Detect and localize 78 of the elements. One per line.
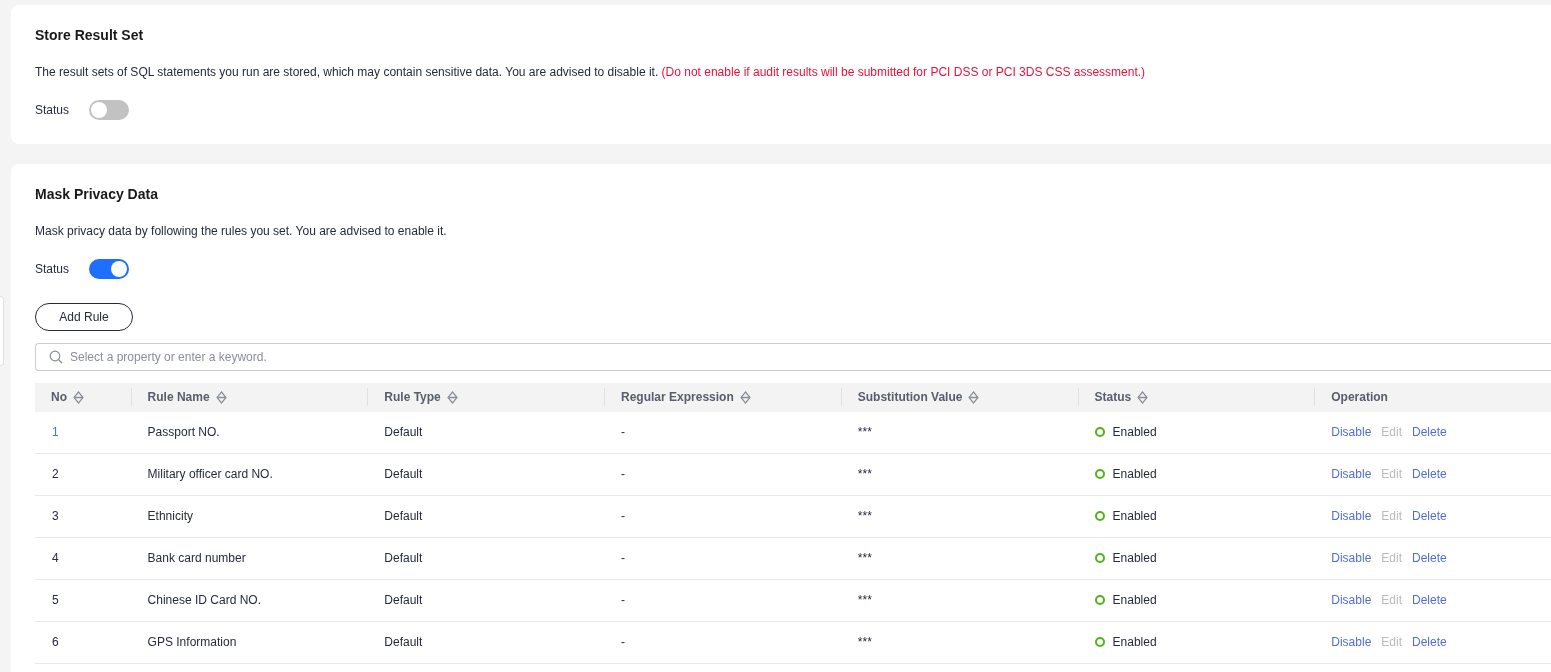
section-title: Mask Privacy Data <box>35 185 159 203</box>
status-text: Enabled <box>1112 466 1157 484</box>
operation-link[interactable]: Disable <box>1331 507 1372 526</box>
status-icon <box>1094 511 1105 522</box>
status-toggle[interactable] <box>89 99 130 120</box>
table-cell: Default <box>384 467 423 482</box>
operation-link[interactable]: Delete <box>1412 591 1447 610</box>
column-header: Operation <box>1331 389 1388 407</box>
operation-link[interactable]: Delete <box>1412 633 1447 652</box>
status-icon <box>1094 637 1105 648</box>
status-icon <box>1094 469 1105 480</box>
table-cell: *** <box>857 551 872 566</box>
operation-link[interactable]: Delete <box>1412 465 1447 484</box>
column-header: Rule Type <box>384 389 441 407</box>
table-cell: - <box>621 425 626 440</box>
search-icon <box>49 349 63 364</box>
sort-icon[interactable] <box>739 390 751 404</box>
operation-link[interactable]: Delete <box>1412 507 1447 526</box>
table-cell: *** <box>857 425 872 440</box>
table-cell: - <box>621 593 626 608</box>
status-text: Enabled <box>1112 634 1157 652</box>
table-cell: Military officer card NO. <box>147 467 273 482</box>
table-cell: Chinese ID Card NO. <box>147 593 261 608</box>
table-cell: 2 <box>52 467 59 482</box>
operation-link[interactable]: Delete <box>1412 549 1447 568</box>
status-text: Enabled <box>1112 592 1157 610</box>
table-cell: Default <box>384 551 423 566</box>
table-cell: - <box>621 509 626 524</box>
table-cell: *** <box>857 467 872 482</box>
sort-icon[interactable] <box>73 390 84 404</box>
status-label: Status <box>35 101 70 119</box>
table-cell: Default <box>384 593 423 608</box>
column-header: Rule Name <box>147 389 210 407</box>
section-description: The result sets of SQL statements you run are stored, which may contain sensitive data. You are advised to disable it. (Do not enable if audit results will be submitted for PCI DSS or PCI 3DS CSS assessment.) <box>35 63 1147 81</box>
table-cell: 5 <box>52 593 59 608</box>
status-label: Status <box>35 260 70 278</box>
section-title: Store Result Set <box>35 27 145 44</box>
table-cell: *** <box>857 593 872 608</box>
column-header: Status <box>1094 389 1132 407</box>
table-cell: Bank card number <box>147 551 246 566</box>
table-cell: Passport NO. <box>147 425 220 440</box>
table-cell: - <box>621 635 626 650</box>
operation-link[interactable]: Disable <box>1331 423 1372 442</box>
table-cell: *** <box>857 635 872 650</box>
table-cell: Default <box>384 509 423 524</box>
table-cell: 6 <box>52 635 59 650</box>
table-cell: - <box>621 467 626 482</box>
column-header: Substitution Value <box>857 389 963 407</box>
table-cell: 4 <box>52 551 59 566</box>
table-cell: Ethnicity <box>147 509 193 524</box>
table-cell: 3 <box>52 509 59 524</box>
status-text: Enabled <box>1112 508 1157 526</box>
table-cell: Default <box>384 635 423 650</box>
status-text: Enabled <box>1112 424 1157 442</box>
column-header: Regular Expression <box>621 389 734 407</box>
operation-link[interactable]: Disable <box>1331 591 1372 610</box>
status-icon <box>1094 595 1105 606</box>
sort-icon[interactable] <box>215 390 227 404</box>
operation-link[interactable]: Disable <box>1331 465 1372 484</box>
table-cell: - <box>621 551 626 566</box>
operation-link[interactable]: Delete <box>1412 423 1447 442</box>
section-description: Mask privacy data by following the rules you set. You are advised to enable it. <box>35 222 448 240</box>
sort-icon[interactable] <box>968 390 980 404</box>
status-icon <box>1094 427 1105 438</box>
operation-link[interactable]: Disable <box>1331 549 1372 568</box>
column-header: No <box>51 389 67 407</box>
table-cell[interactable]: 1 <box>52 425 59 440</box>
sort-icon[interactable] <box>1137 390 1149 404</box>
status-icon <box>1094 553 1105 564</box>
table-cell: Default <box>384 425 423 440</box>
sort-icon[interactable] <box>446 390 458 404</box>
status-toggle[interactable] <box>89 258 130 279</box>
status-text: Enabled <box>1112 550 1157 568</box>
table-cell: GPS Information <box>147 635 237 650</box>
add-rule-button[interactable]: Add Rule <box>35 302 133 331</box>
search-field[interactable]: Select a property or enter a keyword. <box>35 342 1551 371</box>
operation-link[interactable]: Disable <box>1331 633 1372 652</box>
table-cell: *** <box>857 509 872 524</box>
